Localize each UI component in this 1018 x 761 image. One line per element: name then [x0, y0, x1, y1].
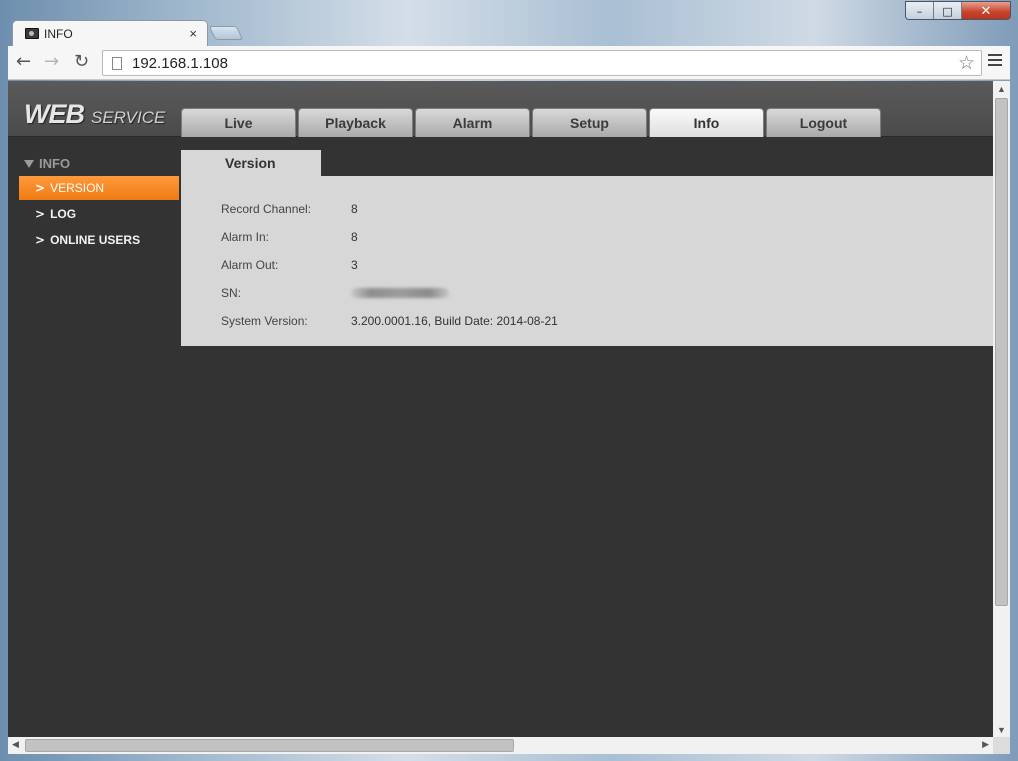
info-label: Alarm In: — [221, 230, 270, 244]
chevron-right-icon: > — [35, 181, 46, 195]
star-icon[interactable]: ☆ — [958, 52, 975, 74]
tab-setup[interactable]: Setup — [532, 108, 647, 137]
sidebar-heading[interactable]: INFO — [24, 156, 70, 171]
info-label: SN: — [221, 286, 242, 300]
info-row-alarm-out: Alarm Out: 3 — [221, 258, 358, 272]
horizontal-scrollbar[interactable]: ◀ ▶ — [8, 737, 993, 754]
sidebar-item-log[interactable]: > LOG — [19, 202, 179, 226]
version-panel: Version Record Channel: 8 Alarm In: 8 Al… — [181, 150, 993, 346]
tab-version[interactable]: Version — [181, 150, 321, 176]
web-service-logo: WEB SERVICE — [24, 99, 165, 130]
scrollbar-corner — [993, 737, 1010, 754]
triangle-down-icon — [24, 159, 34, 168]
browser-toolbar: ← → ↻ 192.168.1.108 ☆ — [8, 46, 1010, 80]
sidebar-item-version[interactable]: > VERSION — [19, 176, 179, 200]
horizontal-scroll-thumb[interactable] — [25, 739, 514, 752]
title-bar: INFO × – □ ✕ — [0, 0, 1018, 46]
browser-window: INFO × – □ ✕ ← → ↻ 192.168.1.108 ☆ WEB SE… — [0, 0, 1018, 761]
tab-close-icon[interactable]: × — [189, 26, 197, 41]
address-bar[interactable]: 192.168.1.108 ☆ — [102, 50, 982, 76]
sidebar-item-label: LOG — [50, 207, 77, 221]
info-row-system-version: System Version: 3.200.0001.16, Build Dat… — [221, 314, 558, 328]
tab-live[interactable]: Live — [181, 108, 296, 137]
vertical-scroll-thumb[interactable] — [995, 98, 1008, 606]
scroll-right-icon[interactable]: ▶ — [982, 739, 989, 750]
info-row-alarm-in: Alarm In: 8 — [221, 230, 358, 244]
hamburger-menu-icon[interactable] — [988, 54, 1002, 69]
sidebar: INFO > VERSION > LOG > ONLINE USERS — [8, 138, 181, 737]
page-icon — [112, 56, 122, 70]
sidebar-item-label: VERSION — [50, 181, 105, 195]
info-label: System Version: — [221, 314, 308, 328]
sn-redacted-value — [351, 288, 449, 298]
scroll-down-icon[interactable]: ▼ — [997, 725, 1006, 735]
chevron-right-icon: > — [35, 207, 46, 221]
browser-tab-info[interactable]: INFO × — [12, 20, 208, 46]
sidebar-item-label: ONLINE USERS — [50, 233, 141, 247]
tab-info[interactable]: Info — [649, 108, 764, 137]
close-window-button[interactable]: ✕ — [962, 2, 1010, 19]
maximize-button[interactable]: □ — [934, 2, 962, 19]
new-tab-button[interactable] — [208, 26, 244, 40]
page-content: WEB SERVICE Live Playback Alarm Setup Inf… — [8, 81, 993, 737]
scroll-left-icon[interactable]: ◀ — [12, 739, 19, 750]
info-label: Alarm Out: — [221, 258, 279, 272]
info-label: Record Channel: — [221, 202, 312, 216]
info-value: 3 — [351, 258, 358, 272]
url-text[interactable]: 192.168.1.108 — [132, 55, 228, 72]
tab-playback[interactable]: Playback — [298, 108, 413, 137]
info-value: 8 — [351, 230, 358, 244]
window-controls: – □ ✕ — [905, 1, 1011, 20]
info-row-record-channel: Record Channel: 8 — [221, 202, 358, 216]
chevron-right-icon: > — [35, 233, 46, 247]
info-value: 3.200.0001.16, Build Date: 2014-08-21 — [351, 314, 558, 328]
app-header: WEB SERVICE Live Playback Alarm Setup Inf… — [8, 81, 993, 137]
browser-tab-title: INFO — [44, 26, 73, 41]
logo-main-text: WEB — [24, 99, 85, 129]
scroll-up-icon[interactable]: ▲ — [997, 84, 1006, 94]
arrow-left-icon[interactable]: ← — [16, 51, 31, 72]
info-value: 8 — [351, 202, 358, 216]
tab-logout[interactable]: Logout — [766, 108, 881, 137]
arrow-right-icon[interactable]: → — [44, 51, 59, 72]
version-info-body: Record Channel: 8 Alarm In: 8 Alarm Out:… — [181, 176, 993, 346]
tab-alarm[interactable]: Alarm — [415, 108, 530, 137]
vertical-scrollbar[interactable]: ▲ ▼ — [993, 81, 1010, 737]
info-row-sn: SN: — [221, 286, 449, 300]
sidebar-item-online-users[interactable]: > ONLINE USERS — [19, 228, 179, 252]
main-nav: Live Playback Alarm Setup Info Logout — [181, 108, 883, 137]
minimize-button[interactable]: – — [906, 2, 934, 19]
camera-favicon-icon — [25, 28, 39, 39]
reload-icon[interactable]: ↻ — [74, 51, 89, 72]
sidebar-heading-label: INFO — [39, 156, 71, 171]
logo-sub-text: SERVICE — [91, 108, 166, 127]
